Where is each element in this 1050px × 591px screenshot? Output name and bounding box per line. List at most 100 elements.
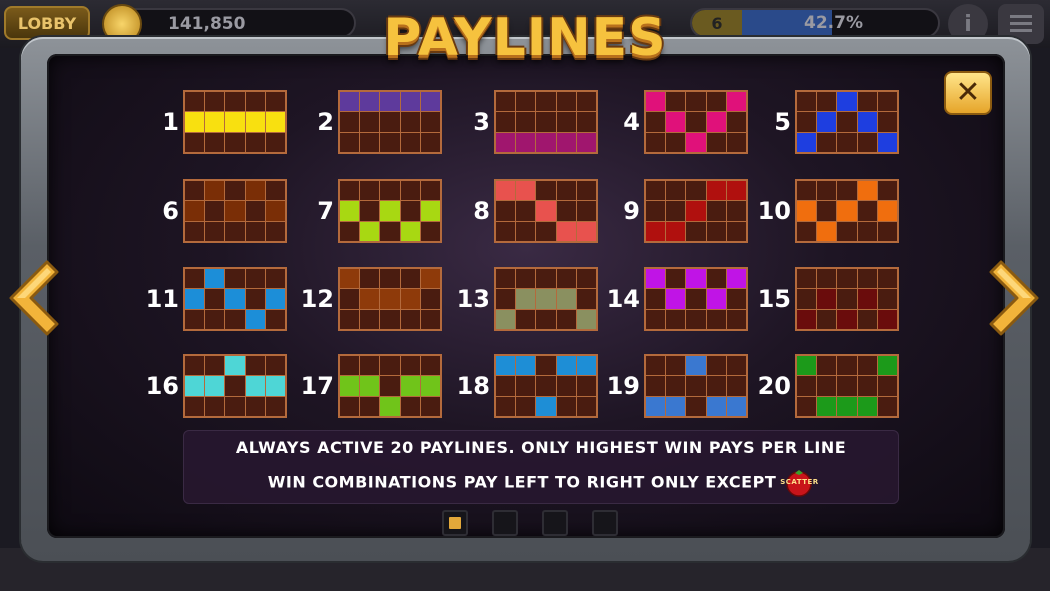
payline-cell — [797, 181, 817, 201]
payline-pattern — [795, 267, 899, 331]
payline-number: 20 — [757, 372, 791, 400]
payline-cell — [877, 132, 897, 152]
payline-cell — [205, 309, 225, 329]
payline-cell — [857, 201, 877, 221]
payline-cell — [686, 112, 706, 132]
chevron-right-icon — [989, 260, 1039, 336]
payline-pattern — [338, 267, 442, 331]
payline-pattern — [494, 179, 598, 243]
payline-cell — [516, 376, 536, 396]
payline-cell — [380, 269, 400, 289]
payline-cell — [265, 269, 285, 289]
payline-cell — [857, 92, 877, 112]
payline-number: 16 — [145, 372, 179, 400]
payline-cell — [837, 356, 857, 376]
payline-cell — [516, 92, 536, 112]
payline-cell — [245, 221, 265, 241]
payline-cell — [646, 376, 666, 396]
payline-cell — [837, 92, 857, 112]
payline-cell — [536, 201, 556, 221]
page-dot[interactable] — [542, 510, 568, 536]
payline-cell — [420, 376, 440, 396]
payline-cell — [185, 181, 205, 201]
payline-number: 11 — [145, 285, 179, 313]
payline-cell — [686, 221, 706, 241]
payline-cell — [797, 221, 817, 241]
payline-cell — [360, 181, 380, 201]
payline-cell — [857, 181, 877, 201]
payline-cell — [340, 309, 360, 329]
previous-page-button[interactable] — [3, 258, 59, 338]
payline-cell — [576, 132, 596, 152]
payline-cell — [245, 92, 265, 112]
payline-cell — [706, 396, 726, 416]
payline-cell — [265, 376, 285, 396]
payline-cell — [265, 396, 285, 416]
payline-cell — [706, 92, 726, 112]
close-button[interactable]: ✕ — [944, 71, 992, 115]
payline-cell — [837, 221, 857, 241]
payline-cell — [420, 92, 440, 112]
payline-cell — [516, 289, 536, 309]
page-dot[interactable] — [492, 510, 518, 536]
page-dot[interactable] — [592, 510, 618, 536]
payline-cell — [536, 269, 556, 289]
payline-cell — [205, 356, 225, 376]
payline-number: 10 — [757, 197, 791, 225]
payline-cell — [837, 396, 857, 416]
payline-cell — [726, 181, 746, 201]
payline-cell — [380, 181, 400, 201]
payline-cell — [666, 356, 686, 376]
payline-cell — [185, 289, 205, 309]
payline-cell — [706, 112, 726, 132]
payline-cell — [400, 181, 420, 201]
payline-cell — [666, 112, 686, 132]
payline-cell — [225, 112, 245, 132]
payline-cell — [666, 376, 686, 396]
next-page-button[interactable] — [989, 258, 1045, 338]
payline-cell — [340, 92, 360, 112]
payline-cell — [556, 376, 576, 396]
payline-cell — [726, 356, 746, 376]
payline-cell — [360, 356, 380, 376]
payline-cell — [400, 396, 420, 416]
payline-cell — [726, 112, 746, 132]
payline-cell — [400, 201, 420, 221]
payline-cell — [666, 181, 686, 201]
payline-cell — [225, 356, 245, 376]
payline-cell — [340, 289, 360, 309]
payline-cell — [646, 289, 666, 309]
payline-cell — [536, 112, 556, 132]
payline-cell — [245, 376, 265, 396]
payline-cell — [556, 92, 576, 112]
payline-cell — [380, 309, 400, 329]
payline-cell — [576, 309, 596, 329]
paylines-info-box: ALWAYS ACTIVE 20 PAYLINES. ONLY HIGHEST … — [183, 430, 899, 504]
payline-cell — [857, 132, 877, 152]
payline-cell — [797, 356, 817, 376]
payline-cell — [576, 201, 596, 221]
payline-cell — [340, 181, 360, 201]
payline-cell — [225, 221, 245, 241]
payline-cell — [225, 269, 245, 289]
payline-cell — [205, 269, 225, 289]
payline-cell — [797, 289, 817, 309]
payline-cell — [536, 396, 556, 416]
payline-pattern — [338, 90, 442, 154]
payline-cell — [380, 132, 400, 152]
payline-cell — [245, 181, 265, 201]
payline-cell — [726, 132, 746, 152]
payline-cell — [265, 92, 285, 112]
payline-cell — [400, 112, 420, 132]
payline-cell — [380, 376, 400, 396]
payline-cell — [576, 396, 596, 416]
payline-cell — [646, 396, 666, 416]
payline-cell — [205, 92, 225, 112]
payline-cell — [420, 201, 440, 221]
payline-cell — [340, 221, 360, 241]
payline-cell — [185, 132, 205, 152]
info-line-2-text: WIN COMBINATIONS PAY LEFT TO RIGHT ONLY … — [267, 472, 777, 492]
page-dot[interactable] — [442, 510, 468, 536]
payline-cell — [380, 92, 400, 112]
payline-cell — [185, 269, 205, 289]
